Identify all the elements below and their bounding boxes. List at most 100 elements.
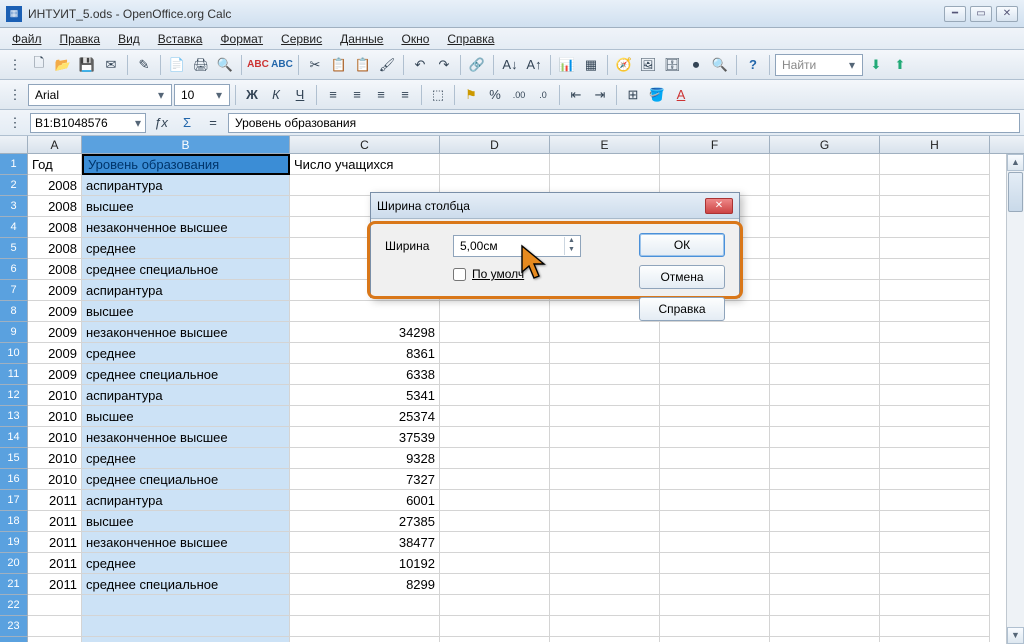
cell[interactable]: 8361 [290,343,440,364]
maximize-button[interactable]: ▭ [970,6,992,22]
cell[interactable]: 25374 [290,406,440,427]
cell[interactable]: 2010 [28,448,82,469]
cell[interactable] [770,511,880,532]
cell[interactable] [880,511,990,532]
cell[interactable] [440,637,550,642]
row-header[interactable]: 5 [0,238,28,259]
cell[interactable] [440,595,550,616]
cell[interactable] [880,553,990,574]
cell[interactable]: незаконченное высшее [82,322,290,343]
sort-asc-button[interactable]: A↓ [499,54,521,76]
cell[interactable] [880,406,990,427]
cell[interactable] [550,469,660,490]
cell[interactable] [880,448,990,469]
cell[interactable] [770,196,880,217]
cell[interactable]: 37539 [290,427,440,448]
cell[interactable] [440,364,550,385]
bold-button[interactable]: Ж [241,84,263,106]
cell[interactable] [770,490,880,511]
italic-button[interactable]: К [265,84,287,106]
menu-file[interactable]: Файл [4,30,50,48]
cell[interactable] [880,427,990,448]
cell[interactable]: 7327 [290,469,440,490]
cell[interactable]: среднее специальное [82,259,290,280]
cell[interactable] [440,322,550,343]
cell[interactable] [440,343,550,364]
cell[interactable] [660,490,770,511]
col-header-H[interactable]: H [880,136,990,153]
cell[interactable]: аспирантура [82,490,290,511]
decrease-indent-button[interactable]: ⇤ [565,84,587,106]
cell-reference-input[interactable]: B1:B1048576▾ [30,113,146,133]
row-header[interactable]: 20 [0,553,28,574]
find-prev-button[interactable]: ⬆ [889,54,911,76]
cell[interactable] [660,511,770,532]
cell[interactable] [440,469,550,490]
cell[interactable] [770,301,880,322]
cell[interactable] [660,406,770,427]
show-grid-button[interactable]: ▦ [580,54,602,76]
cell[interactable] [770,385,880,406]
cell[interactable]: 2009 [28,301,82,322]
row-header[interactable]: 3 [0,196,28,217]
cell[interactable] [660,322,770,343]
row-header[interactable]: 1 [0,154,28,175]
cell[interactable]: среднее специальное [82,469,290,490]
menu-edit[interactable]: Правка [52,30,109,48]
cut-button[interactable]: ✂ [304,54,326,76]
cell[interactable] [660,427,770,448]
cell[interactable] [290,637,440,642]
cell[interactable]: среднее специальное [82,364,290,385]
cell[interactable] [290,301,440,322]
cell[interactable]: Число учащихся [290,154,440,175]
cell[interactable]: 2009 [28,364,82,385]
cell[interactable] [440,406,550,427]
equals-button[interactable]: = [202,112,224,134]
cell[interactable] [770,532,880,553]
row-header[interactable]: 19 [0,532,28,553]
cell[interactable] [880,175,990,196]
cell[interactable] [550,490,660,511]
preview-button[interactable]: 🔍 [214,54,236,76]
cell[interactable]: 34298 [290,322,440,343]
vertical-scrollbar[interactable]: ▲ ▼ [1006,154,1024,644]
cell[interactable]: 2011 [28,574,82,595]
cell[interactable] [770,343,880,364]
align-center-button[interactable]: ≡ [346,84,368,106]
cell[interactable] [660,385,770,406]
dialog-titlebar[interactable]: Ширина столбца ✕ [371,193,739,219]
cell[interactable] [880,385,990,406]
font-size-combo[interactable]: 10▾ [174,84,230,106]
cell[interactable] [770,469,880,490]
save-button[interactable]: 💾 [76,54,98,76]
row-header[interactable]: 17 [0,490,28,511]
cell[interactable] [550,343,660,364]
cell[interactable] [82,637,290,642]
cell[interactable]: 6001 [290,490,440,511]
cell[interactable] [440,616,550,637]
menu-data[interactable]: Данные [332,30,391,48]
row-header[interactable]: 7 [0,280,28,301]
copy-button[interactable]: 📋 [328,54,350,76]
cell[interactable]: высшее [82,406,290,427]
row-header[interactable]: 2 [0,175,28,196]
cell[interactable] [440,574,550,595]
cell[interactable] [770,637,880,642]
cell[interactable] [440,301,550,322]
width-spinner[interactable]: 5,00см ▲▼ [453,235,581,257]
cell[interactable] [880,343,990,364]
percent-button[interactable]: % [484,84,506,106]
cell[interactable] [550,553,660,574]
email-button[interactable]: ✉ [100,54,122,76]
redo-button[interactable]: ↷ [433,54,455,76]
row-header[interactable]: 23 [0,616,28,637]
cell[interactable] [880,469,990,490]
select-all-corner[interactable] [0,136,28,153]
cell[interactable]: 2011 [28,532,82,553]
open-button[interactable]: 📂 [52,54,74,76]
menu-view[interactable]: Вид [110,30,148,48]
cell[interactable]: среднее [82,238,290,259]
formula-input[interactable]: Уровень образования [228,113,1020,133]
scroll-thumb[interactable] [1008,172,1023,212]
navigator-button[interactable]: 🧭 [613,54,635,76]
